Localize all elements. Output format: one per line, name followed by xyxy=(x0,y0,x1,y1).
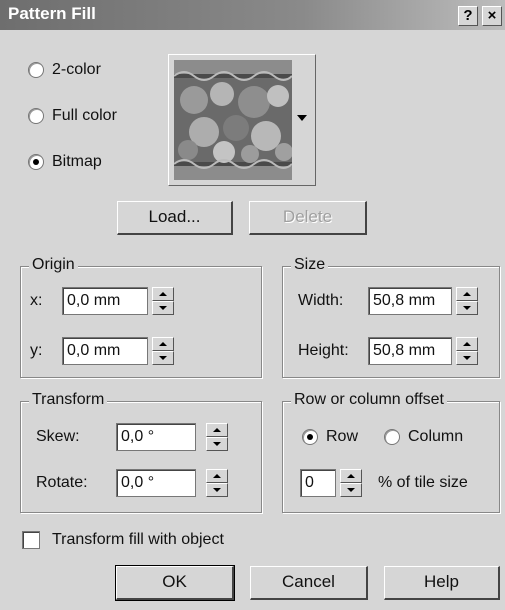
spin-down-icon[interactable] xyxy=(340,483,362,497)
origin-x-field[interactable]: 0,0 mm xyxy=(62,287,148,315)
radio-2-color[interactable]: 2-color xyxy=(28,58,101,82)
origin-x-spinner[interactable] xyxy=(152,287,174,315)
size-width-label: Width: xyxy=(298,292,344,309)
radio-label-column: Column xyxy=(408,428,464,445)
pattern-fill-dialog: Pattern Fill ? × 2-color Full color Bitm… xyxy=(0,0,505,610)
radio-label-2-color: 2-color xyxy=(52,61,101,78)
radio-column-offset[interactable]: Column xyxy=(384,425,463,449)
delete-button[interactable]: Delete xyxy=(249,201,367,235)
radio-label-bitmap: Bitmap xyxy=(52,153,102,170)
spin-up-icon[interactable] xyxy=(206,423,228,437)
help-icon[interactable]: ? xyxy=(458,6,478,26)
pattern-picker[interactable] xyxy=(168,54,316,186)
help-button[interactable]: Help xyxy=(384,566,500,600)
origin-group-title: Origin xyxy=(29,256,78,274)
rotate-spinner[interactable] xyxy=(206,469,228,497)
origin-y-field[interactable]: 0,0 mm xyxy=(62,337,148,365)
size-height-field[interactable]: 50,8 mm xyxy=(368,337,452,365)
origin-y-label: y: xyxy=(30,342,43,359)
radio-label-row: Row xyxy=(326,428,359,445)
ok-button[interactable]: OK xyxy=(115,565,235,601)
radio-button-column[interactable] xyxy=(384,429,400,445)
radio-bitmap[interactable]: Bitmap xyxy=(28,150,102,174)
radio-full-color[interactable]: Full color xyxy=(28,104,117,128)
origin-y-spinner[interactable] xyxy=(152,337,174,365)
offset-group-title: Row or column offset xyxy=(291,391,447,409)
rotate-label: Rotate: xyxy=(36,474,88,491)
skew-field[interactable]: 0,0 ° xyxy=(116,423,196,451)
spin-up-icon[interactable] xyxy=(152,287,174,301)
close-icon[interactable]: × xyxy=(482,6,502,26)
size-group-title: Size xyxy=(291,256,329,274)
spin-up-icon[interactable] xyxy=(152,337,174,351)
size-height-label: Height: xyxy=(298,342,349,359)
spin-down-icon[interactable] xyxy=(152,351,174,365)
title-bar: Pattern Fill ? × xyxy=(0,0,505,30)
spin-down-icon[interactable] xyxy=(152,301,174,315)
radio-button-row[interactable] xyxy=(302,429,318,445)
radio-button-2-color[interactable] xyxy=(28,62,44,78)
dropdown-arrow-icon[interactable] xyxy=(297,115,307,121)
load-button[interactable]: Load... xyxy=(117,201,233,235)
skew-label: Skew: xyxy=(36,428,80,445)
spin-up-icon[interactable] xyxy=(206,469,228,483)
skew-spinner[interactable] xyxy=(206,423,228,451)
spin-down-icon[interactable] xyxy=(206,437,228,451)
size-height-spinner[interactable] xyxy=(456,337,478,365)
origin-x-label: x: xyxy=(30,292,43,309)
spin-down-icon[interactable] xyxy=(456,351,478,365)
pattern-preview-image xyxy=(174,60,292,180)
offset-spinner[interactable] xyxy=(340,469,362,497)
transform-group-title: Transform xyxy=(29,391,108,409)
radio-button-bitmap[interactable] xyxy=(28,154,44,170)
spin-up-icon[interactable] xyxy=(340,469,362,483)
radio-button-full-color[interactable] xyxy=(28,108,44,124)
spin-down-icon[interactable] xyxy=(206,483,228,497)
dialog-title: Pattern Fill xyxy=(8,4,96,23)
rotate-field[interactable]: 0,0 ° xyxy=(116,469,196,497)
transform-fill-checkbox[interactable] xyxy=(22,531,40,549)
radio-row-offset[interactable]: Row xyxy=(302,425,358,449)
spin-up-icon[interactable] xyxy=(456,287,478,301)
size-width-field[interactable]: 50,8 mm xyxy=(368,287,452,315)
spin-down-icon[interactable] xyxy=(456,301,478,315)
size-width-spinner[interactable] xyxy=(456,287,478,315)
offset-suffix: % of tile size xyxy=(378,474,468,491)
spin-up-icon[interactable] xyxy=(456,337,478,351)
transform-fill-label: Transform fill with object xyxy=(52,531,224,548)
cancel-button[interactable]: Cancel xyxy=(250,566,368,600)
offset-field[interactable]: 0 xyxy=(300,469,336,497)
radio-label-full-color: Full color xyxy=(52,107,117,124)
